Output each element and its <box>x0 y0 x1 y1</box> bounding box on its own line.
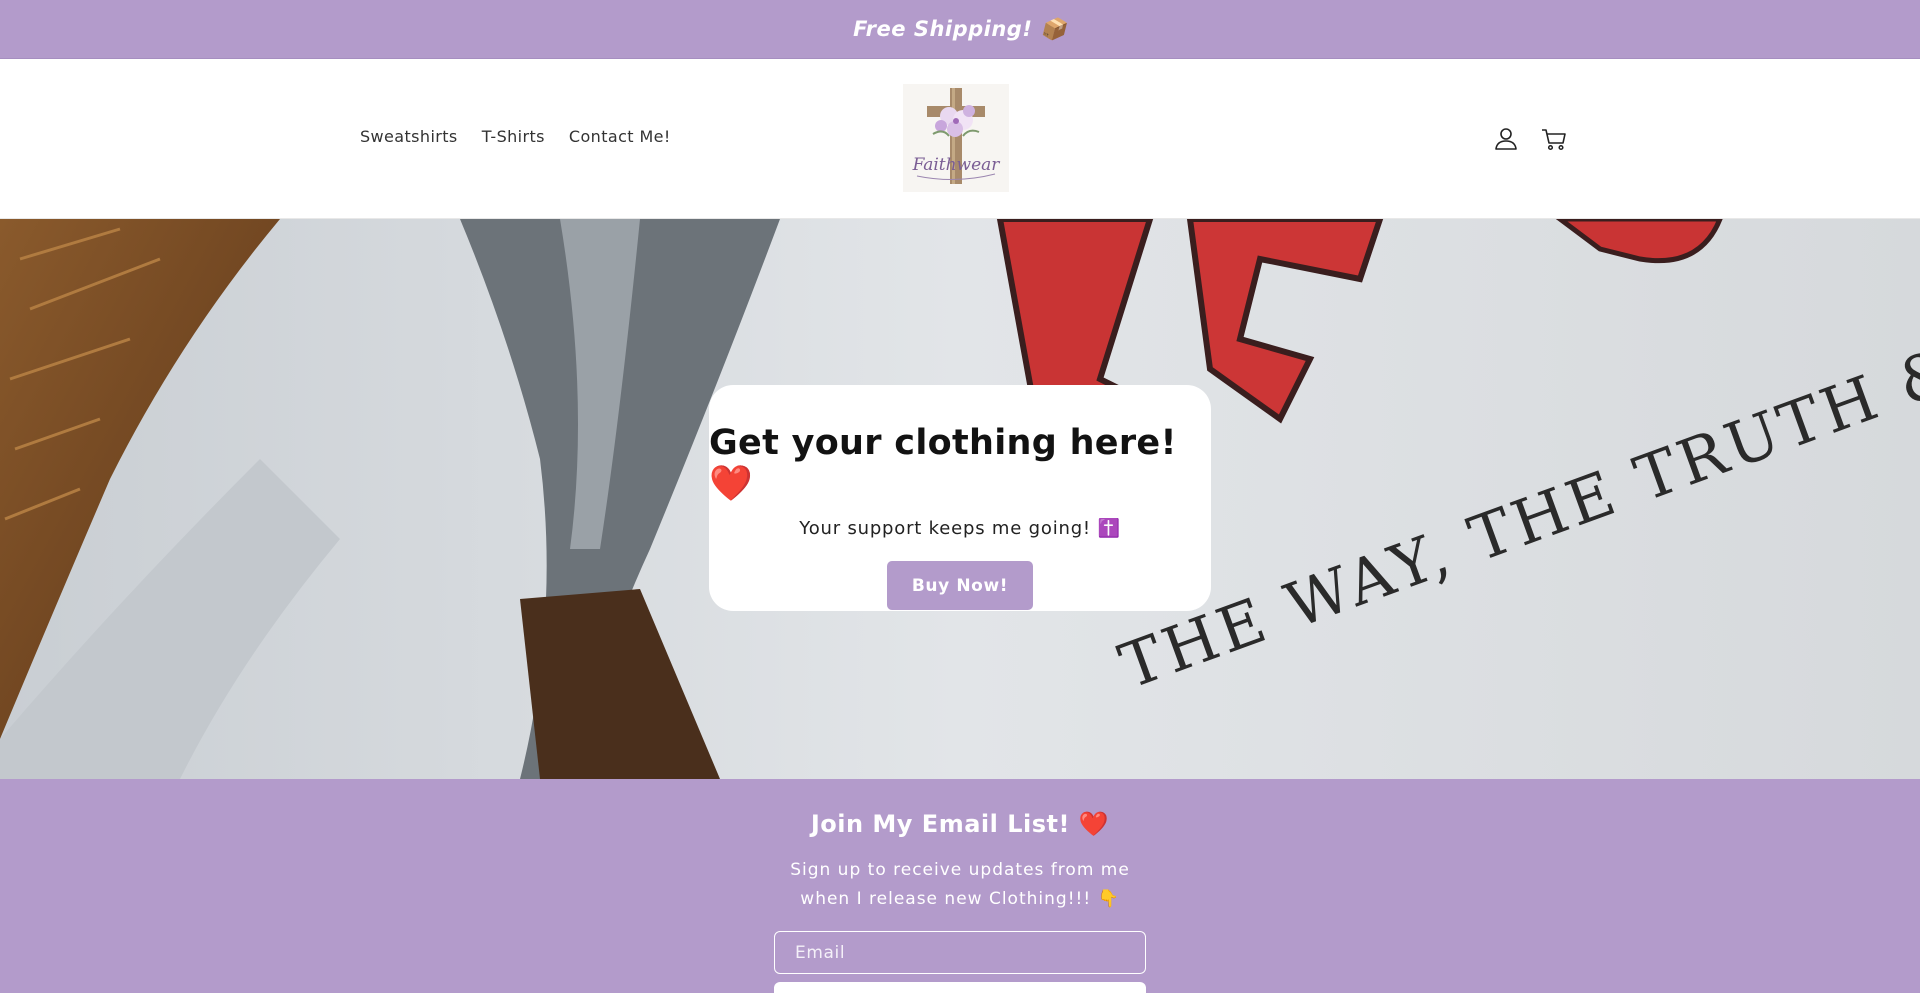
announcement-text: Free Shipping! 📦 <box>853 16 1067 41</box>
nav-link-sweatshirts[interactable]: Sweatshirts <box>360 127 458 146</box>
newsletter-title: Join My Email List! ❤️ <box>810 810 1110 838</box>
main-nav: Sweatshirts T-Shirts Contact Me! <box>360 127 671 146</box>
announcement-bar: Free Shipping! 📦 <box>0 0 1920 59</box>
subscribe-button[interactable] <box>774 982 1146 993</box>
hero-title: Get your clothing here! ❤️ <box>709 423 1177 504</box>
site-logo[interactable]: Faithwear <box>903 84 1009 192</box>
site-header: Sweatshirts T-Shirts Contact Me! Faithwe… <box>0 59 1920 219</box>
logo-cross-icon: Faithwear <box>903 84 1009 192</box>
logo-text: Faithwear <box>912 155 1001 175</box>
newsletter-description: Sign up to receive updates from me when … <box>790 860 1130 909</box>
hero-card: Get your clothing here! ❤️ Your support … <box>709 385 1211 611</box>
buy-now-button[interactable]: Buy Now! <box>887 561 1033 610</box>
email-field[interactable] <box>774 931 1146 975</box>
cart-icon[interactable] <box>1540 125 1568 153</box>
hero-banner: THE WAY, THE TRUTH & T Get your clothing… <box>0 219 1920 779</box>
newsletter-section: Join My Email List! ❤️ Sign up to receiv… <box>0 779 1920 993</box>
nav-link-t-shirts[interactable]: T-Shirts <box>482 127 545 146</box>
header-icons <box>1492 125 1568 153</box>
hero-subtitle: Your support keeps me going! ✝️ <box>799 518 1121 539</box>
nav-link-contact[interactable]: Contact Me! <box>569 127 671 146</box>
account-icon[interactable] <box>1492 125 1520 153</box>
